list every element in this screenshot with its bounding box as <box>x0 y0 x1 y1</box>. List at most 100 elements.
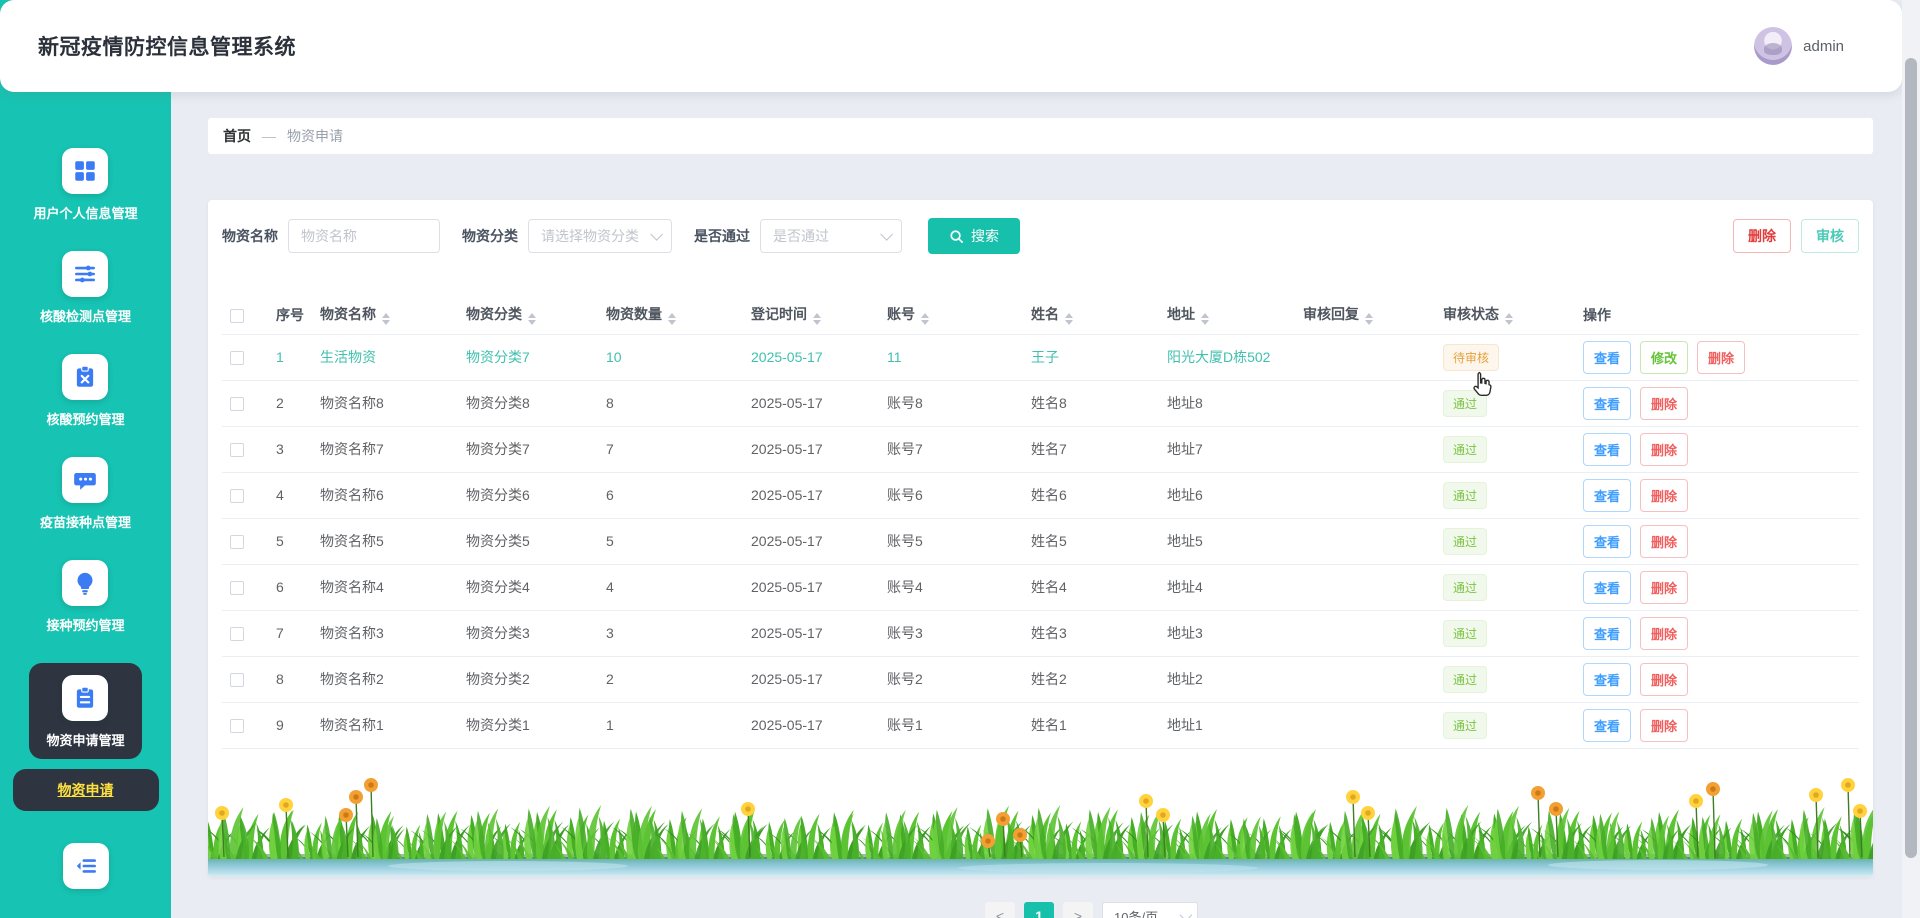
cell-person: 姓名4 <box>1023 564 1159 611</box>
cell-category: 物资分类5 <box>458 518 598 565</box>
select-all-checkbox[interactable] <box>230 308 244 323</box>
column-header-7[interactable]: 姓名 <box>1023 296 1159 335</box>
breadcrumb-current: 物资申请 <box>287 128 343 144</box>
sidebar-item-label: 接种预约管理 <box>46 618 125 633</box>
row-checkbox[interactable] <box>230 397 244 412</box>
view-button[interactable]: 查看 <box>1583 478 1632 512</box>
cell-name: 物资名称2 <box>312 656 458 703</box>
sidebar-item-label: 核酸预约管理 <box>46 412 125 427</box>
view-button[interactable]: 查看 <box>1583 432 1632 466</box>
page-size-select[interactable]: 10条/页 <box>1102 902 1198 918</box>
delete-button[interactable]: 删除 <box>1640 524 1689 558</box>
row-checkbox[interactable] <box>230 535 244 550</box>
sidebar-item-user-info[interactable]: 用户个人信息管理 <box>33 148 138 222</box>
row-checkbox[interactable] <box>230 443 244 458</box>
cell-reply <box>1295 426 1435 473</box>
sort-icon[interactable] <box>528 313 536 326</box>
sort-icon[interactable] <box>382 313 390 326</box>
prev-page-button[interactable]: < <box>985 902 1015 918</box>
clipboard-x-icon <box>62 354 109 400</box>
sidebar-item-vaccine-site[interactable]: 疫苗接种点管理 <box>40 457 131 531</box>
bulk-audit-button[interactable]: 审核 <box>1801 219 1859 253</box>
page-1-button[interactable]: 1 <box>1024 902 1054 918</box>
row-checkbox[interactable] <box>230 627 244 642</box>
status-badge: 通过 <box>1443 527 1488 555</box>
column-header-4[interactable]: 物资数量 <box>598 296 743 335</box>
breadcrumb-home[interactable]: 首页 <box>223 126 251 146</box>
cell-category: 物资分类6 <box>458 472 598 519</box>
user-menu[interactable]: admin <box>1754 0 1844 92</box>
sidebar-item-test-site[interactable]: 核酸检测点管理 <box>40 251 131 325</box>
delete-button[interactable]: 删除 <box>1640 616 1689 650</box>
status-badge: 通过 <box>1443 573 1488 601</box>
delete-button[interactable]: 删除 <box>1640 662 1689 696</box>
cell-date: 2025-05-17 <box>743 656 879 703</box>
column-header-11: 操作 <box>1575 296 1859 335</box>
view-button[interactable]: 查看 <box>1583 616 1632 650</box>
view-button[interactable]: 查看 <box>1583 662 1632 696</box>
avatar[interactable] <box>1754 27 1793 65</box>
table-row: 3 物资名称7 物资分类7 7 2025-05-17 账号7 姓名7 地址7 通过 查看 删除 <box>222 426 1859 473</box>
cell-address: 地址8 <box>1159 380 1295 427</box>
sidebar-subitem-supplies-request[interactable]: 物资申请 <box>12 769 159 811</box>
sidebar-item-supplies-management[interactable]: 物资申请管理 <box>29 663 142 759</box>
row-checkbox[interactable] <box>230 719 244 734</box>
bulb-icon <box>62 560 109 606</box>
row-checkbox[interactable] <box>230 351 244 366</box>
cell-reply <box>1295 656 1435 703</box>
column-header-5[interactable]: 登记时间 <box>743 296 879 335</box>
search-button[interactable]: 搜索 <box>928 218 1020 254</box>
supply-name-input[interactable]: 物资名称 <box>288 219 440 253</box>
sort-icon[interactable] <box>1505 313 1513 326</box>
column-header-2[interactable]: 物资名称 <box>312 296 458 335</box>
cell-no: 4 <box>268 472 312 519</box>
sidebar-collapse-button[interactable] <box>62 843 109 889</box>
next-page-button[interactable]: > <box>1063 902 1093 918</box>
delete-button[interactable]: 删除 <box>1640 432 1689 466</box>
column-header-9[interactable]: 审核回复 <box>1295 296 1435 335</box>
row-checkbox[interactable] <box>230 489 244 504</box>
sort-icon[interactable] <box>1201 313 1209 326</box>
column-header-6[interactable]: 账号 <box>879 296 1023 335</box>
sidebar-item-test-booking[interactable]: 核酸预约管理 <box>46 354 125 428</box>
row-actions: 查看 删除 <box>1575 656 1859 703</box>
sidebar-item-vaccine-booking[interactable]: 接种预约管理 <box>46 560 125 634</box>
sidebar-item-label: 用户个人信息管理 <box>33 206 138 221</box>
cell-qty: 2 <box>598 656 743 703</box>
cell-reply <box>1295 702 1435 749</box>
view-button[interactable]: 查看 <box>1583 386 1632 420</box>
status-badge: 通过 <box>1443 481 1488 509</box>
table-toolbar: 删除 审核 <box>1733 219 1859 253</box>
delete-button[interactable]: 删除 <box>1640 478 1689 512</box>
cell-account: 账号7 <box>879 426 1023 473</box>
delete-button[interactable]: 删除 <box>1640 386 1689 420</box>
edit-button[interactable]: 修改 <box>1640 340 1689 374</box>
category-select[interactable]: 请选择物资分类 <box>528 219 672 253</box>
sort-icon[interactable] <box>813 313 821 326</box>
scrollbar-thumb[interactable] <box>1905 58 1917 858</box>
view-button[interactable]: 查看 <box>1583 524 1632 558</box>
column-header-10[interactable]: 审核状态 <box>1435 296 1575 335</box>
column-header-8[interactable]: 地址 <box>1159 296 1295 335</box>
sort-icon[interactable] <box>1365 313 1373 326</box>
cell-category: 物资分类4 <box>458 564 598 611</box>
view-button[interactable]: 查看 <box>1583 708 1632 742</box>
sliders-icon <box>62 251 109 297</box>
row-checkbox[interactable] <box>230 673 244 688</box>
delete-button[interactable]: 删除 <box>1697 340 1746 374</box>
sort-icon[interactable] <box>668 313 676 326</box>
pass-select[interactable]: 是否通过 <box>760 219 902 253</box>
view-button[interactable]: 查看 <box>1583 340 1632 374</box>
cell-person: 姓名5 <box>1023 518 1159 565</box>
page-scrollbar[interactable] <box>1902 0 1920 918</box>
bulk-delete-button[interactable]: 删除 <box>1733 219 1791 253</box>
row-checkbox[interactable] <box>230 581 244 596</box>
sort-icon[interactable] <box>921 313 929 326</box>
delete-button[interactable]: 删除 <box>1640 708 1689 742</box>
delete-button[interactable]: 删除 <box>1640 570 1689 604</box>
view-button[interactable]: 查看 <box>1583 570 1632 604</box>
column-header-3[interactable]: 物资分类 <box>458 296 598 335</box>
chevron-down-icon <box>880 227 893 241</box>
row-actions: 查看 删除 <box>1575 610 1859 657</box>
sort-icon[interactable] <box>1065 313 1073 326</box>
